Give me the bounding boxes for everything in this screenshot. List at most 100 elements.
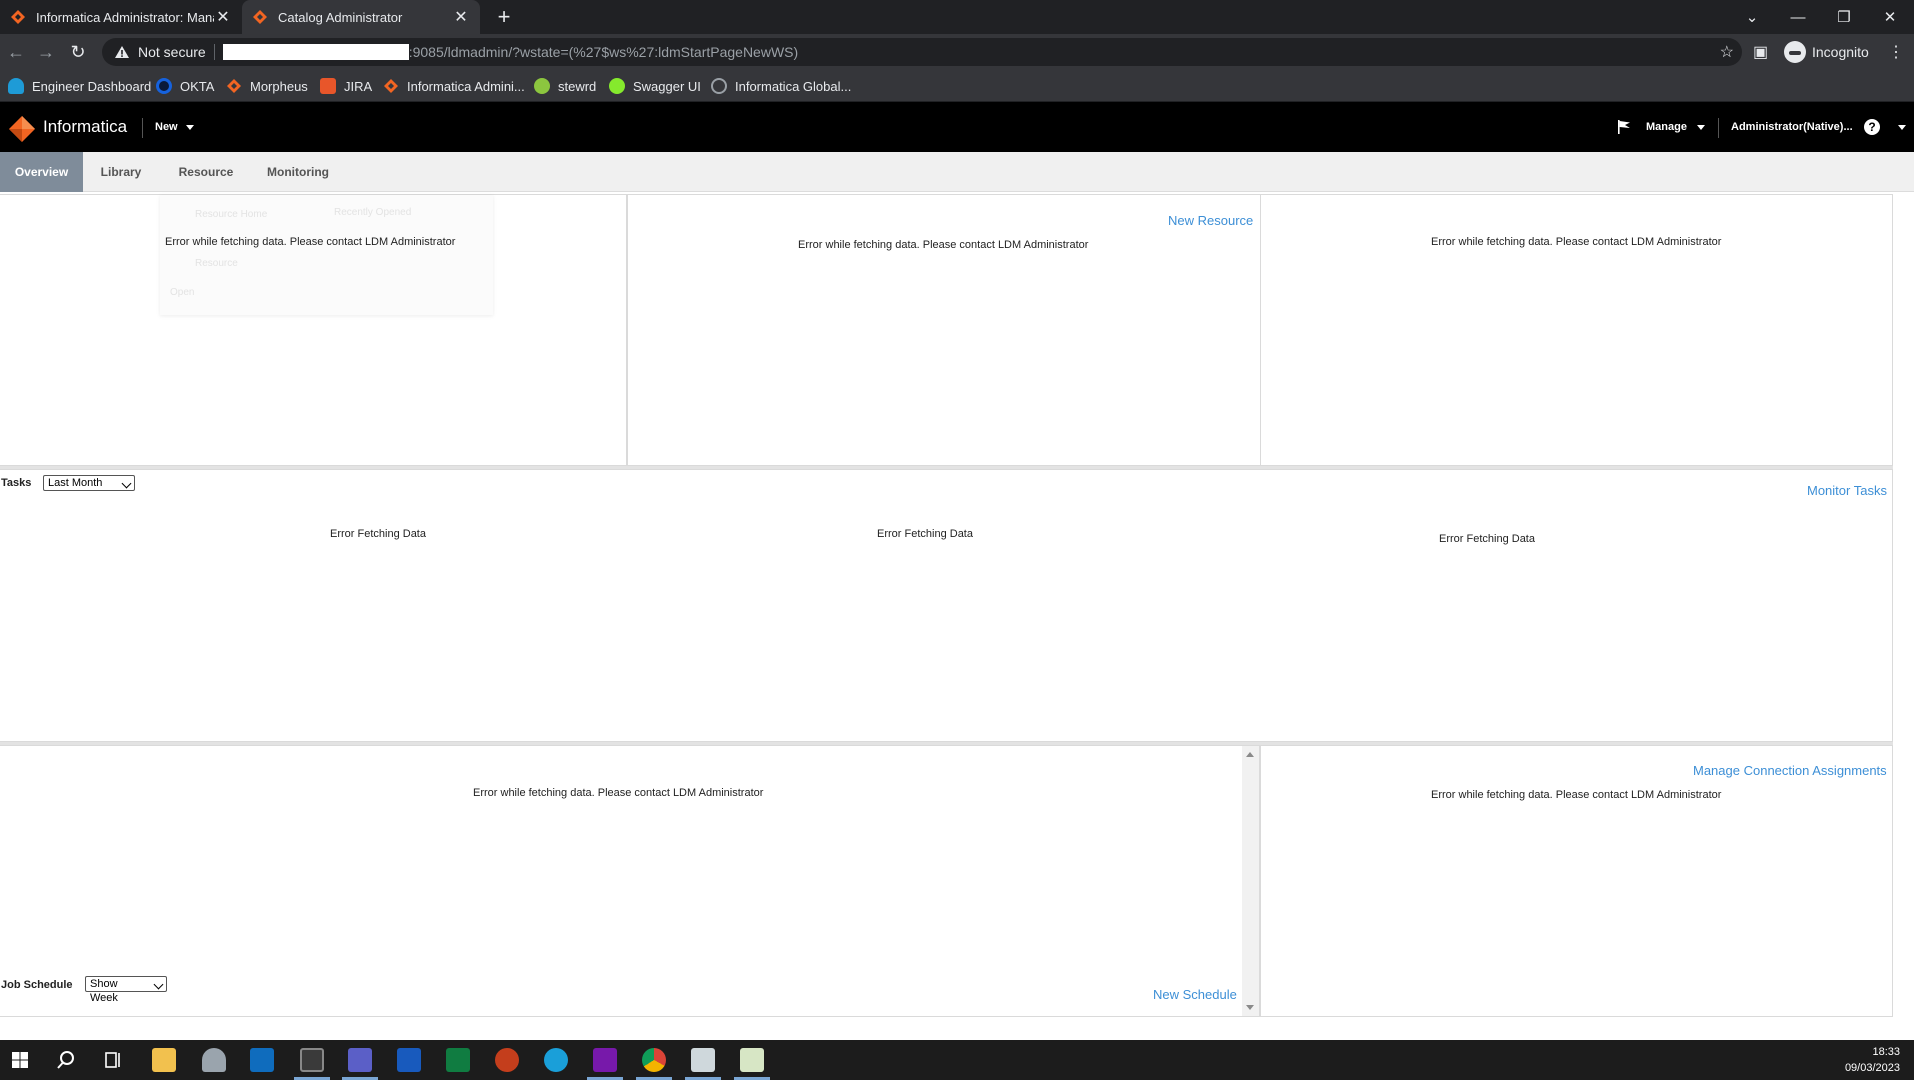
new-schedule-link[interactable]: New Schedule (1153, 987, 1237, 1002)
new-tab-icon[interactable]: + (492, 5, 516, 29)
tasks-error-message-1: Error Fetching Data (330, 528, 426, 540)
connections-panel (1260, 745, 1893, 1017)
close-window-icon[interactable]: ✕ (1868, 0, 1912, 34)
bookmarks-bar: Engineer Dashboard OKTA Morpheus JIRA In… (0, 70, 1914, 102)
file-explorer-icon[interactable] (152, 1048, 176, 1072)
okta-icon (156, 78, 172, 94)
bookmark-star-icon[interactable]: ☆ (1720, 42, 1734, 62)
powerpoint-icon[interactable] (495, 1048, 519, 1072)
clock-time: 18:33 (1872, 1046, 1900, 1058)
tasks-error-message-2: Error Fetching Data (877, 528, 973, 540)
tab-monitoring[interactable]: Monitoring (262, 152, 334, 192)
address-bar[interactable]: Not secure :9085/ldmadmin/?wstate=(%27$w… (102, 38, 1742, 66)
not-secure-label[interactable]: Not secure (138, 44, 206, 60)
new-menu-label: New (155, 121, 178, 133)
resource-summary-error-message: Error while fetching data. Please contac… (798, 239, 1089, 251)
manage-menu[interactable]: Manage (1646, 121, 1705, 133)
tasks-panel (0, 469, 1893, 742)
task-view-icon[interactable] (101, 1048, 125, 1072)
globe-icon (711, 78, 727, 94)
database-app-icon[interactable] (202, 1048, 226, 1072)
close-tab-icon[interactable]: ✕ (214, 7, 232, 27)
browser-menu-icon[interactable]: ⋮ (1888, 42, 1904, 62)
schedule-scrollbar[interactable] (1242, 746, 1259, 1016)
bookmark-label: Morpheus (250, 78, 308, 94)
browser-tab-catalog-administrator[interactable]: Catalog Administrator ✕ (242, 0, 480, 34)
bookmark-swagger-ui[interactable]: Swagger UI (609, 77, 701, 95)
help-icon[interactable]: ? (1864, 119, 1880, 135)
outlook-icon[interactable] (250, 1048, 274, 1072)
reload-icon[interactable]: ↻ (66, 40, 90, 64)
job-schedule-select[interactable]: Show Week (85, 976, 167, 1004)
chevron-down-icon (121, 478, 132, 489)
word-icon[interactable] (397, 1048, 421, 1072)
bookmark-morpheus[interactable]: Morpheus (226, 77, 308, 95)
bookmark-jira[interactable]: JIRA (320, 77, 372, 95)
flag-icon[interactable] (1616, 119, 1632, 135)
onenote-icon[interactable] (593, 1048, 617, 1072)
chevron-down-icon (185, 124, 194, 130)
tab-search-icon[interactable]: ⌄ (1730, 0, 1774, 34)
chevron-down-icon (1696, 124, 1705, 130)
bookmark-label: OKTA (180, 78, 215, 94)
incognito-indicator[interactable]: Incognito (1784, 41, 1869, 63)
bookmark-informatica-admin[interactable]: Informatica Admini... (383, 77, 525, 95)
cloud-icon (8, 78, 24, 94)
browser-tab-informatica-administrator[interactable]: Informatica Administrator: Mana ✕ (0, 0, 242, 34)
help-chevron-down-icon[interactable] (1898, 125, 1906, 130)
bookmark-stewrd[interactable]: stewrd (534, 77, 596, 95)
bookmark-label: Informatica Global... (735, 78, 852, 94)
swagger-icon (609, 78, 625, 94)
back-icon[interactable]: ← (4, 40, 28, 64)
minimize-icon[interactable]: — (1776, 0, 1820, 34)
bookmark-label: stewrd (558, 78, 597, 94)
manage-connection-assignments-link[interactable]: Manage Connection Assignments (1693, 763, 1887, 778)
monitor-tasks-link[interactable]: Monitor Tasks (1807, 483, 1887, 498)
notepad-app-icon[interactable] (740, 1048, 764, 1072)
bookmark-label: Informatica Admini... (407, 78, 525, 94)
remote-desktop-icon[interactable] (300, 1048, 324, 1072)
forward-icon[interactable]: → (34, 40, 58, 64)
chrome-icon[interactable] (642, 1048, 666, 1072)
bookmark-engineer-dashboard[interactable]: Engineer Dashboard (8, 77, 151, 95)
tasks-error-message-3: Error Fetching Data (1439, 533, 1535, 545)
tasks-label: Tasks (1, 477, 32, 489)
tab-overview[interactable]: Overview (0, 152, 83, 192)
scroll-down-icon[interactable] (1246, 1005, 1254, 1010)
close-tab-icon[interactable]: ✕ (452, 7, 470, 27)
informatica-logo[interactable] (8, 115, 36, 143)
redacted-host (222, 44, 409, 60)
chevron-down-icon (153, 979, 164, 990)
side-panel-icon[interactable]: ▣ (1753, 42, 1768, 62)
excel-icon[interactable] (446, 1048, 470, 1072)
teams-icon[interactable] (348, 1048, 372, 1072)
informatica-diamond-icon (227, 79, 241, 93)
resources-placeholder-skeleton: Resource Home Recently Opened Resource O… (160, 195, 493, 315)
header-separator (142, 118, 143, 138)
new-resource-link[interactable]: New Resource (1168, 213, 1253, 228)
warning-icon (115, 46, 129, 58)
top-right-panel (1260, 194, 1893, 466)
informatica-diamond-icon (384, 79, 398, 93)
bookmark-informatica-global[interactable]: Informatica Global... (711, 77, 851, 95)
bookmark-okta[interactable]: OKTA (156, 77, 214, 95)
windows-start-icon[interactable] (8, 1048, 32, 1072)
new-menu[interactable]: New (155, 121, 194, 133)
url-text[interactable]: :9085/ldmadmin/?wstate=(%27$ws%27:ldmSta… (409, 44, 798, 60)
incognito-icon (1784, 41, 1806, 63)
connections-error-message: Error while fetching data. Please contac… (1431, 789, 1722, 801)
user-menu[interactable]: Administrator(Native)... (1731, 121, 1853, 133)
search-icon[interactable] (54, 1048, 78, 1072)
tab-resource[interactable]: Resource (170, 152, 242, 192)
system-clock[interactable]: 18:33 09/03/2023 (1845, 1044, 1900, 1076)
restore-icon[interactable]: ❐ (1822, 0, 1866, 34)
tasks-period-select[interactable]: Last Month (43, 475, 135, 491)
scroll-up-icon[interactable] (1246, 752, 1254, 757)
ghost-open: Open (170, 287, 195, 298)
tab-library[interactable]: Library (90, 152, 152, 192)
browser-tab-title: Catalog Administrator (278, 9, 403, 25)
bookmark-label: JIRA (344, 78, 373, 94)
edge-icon[interactable] (544, 1048, 568, 1072)
incognito-label: Incognito (1812, 44, 1869, 60)
media-app-icon[interactable] (691, 1048, 715, 1072)
